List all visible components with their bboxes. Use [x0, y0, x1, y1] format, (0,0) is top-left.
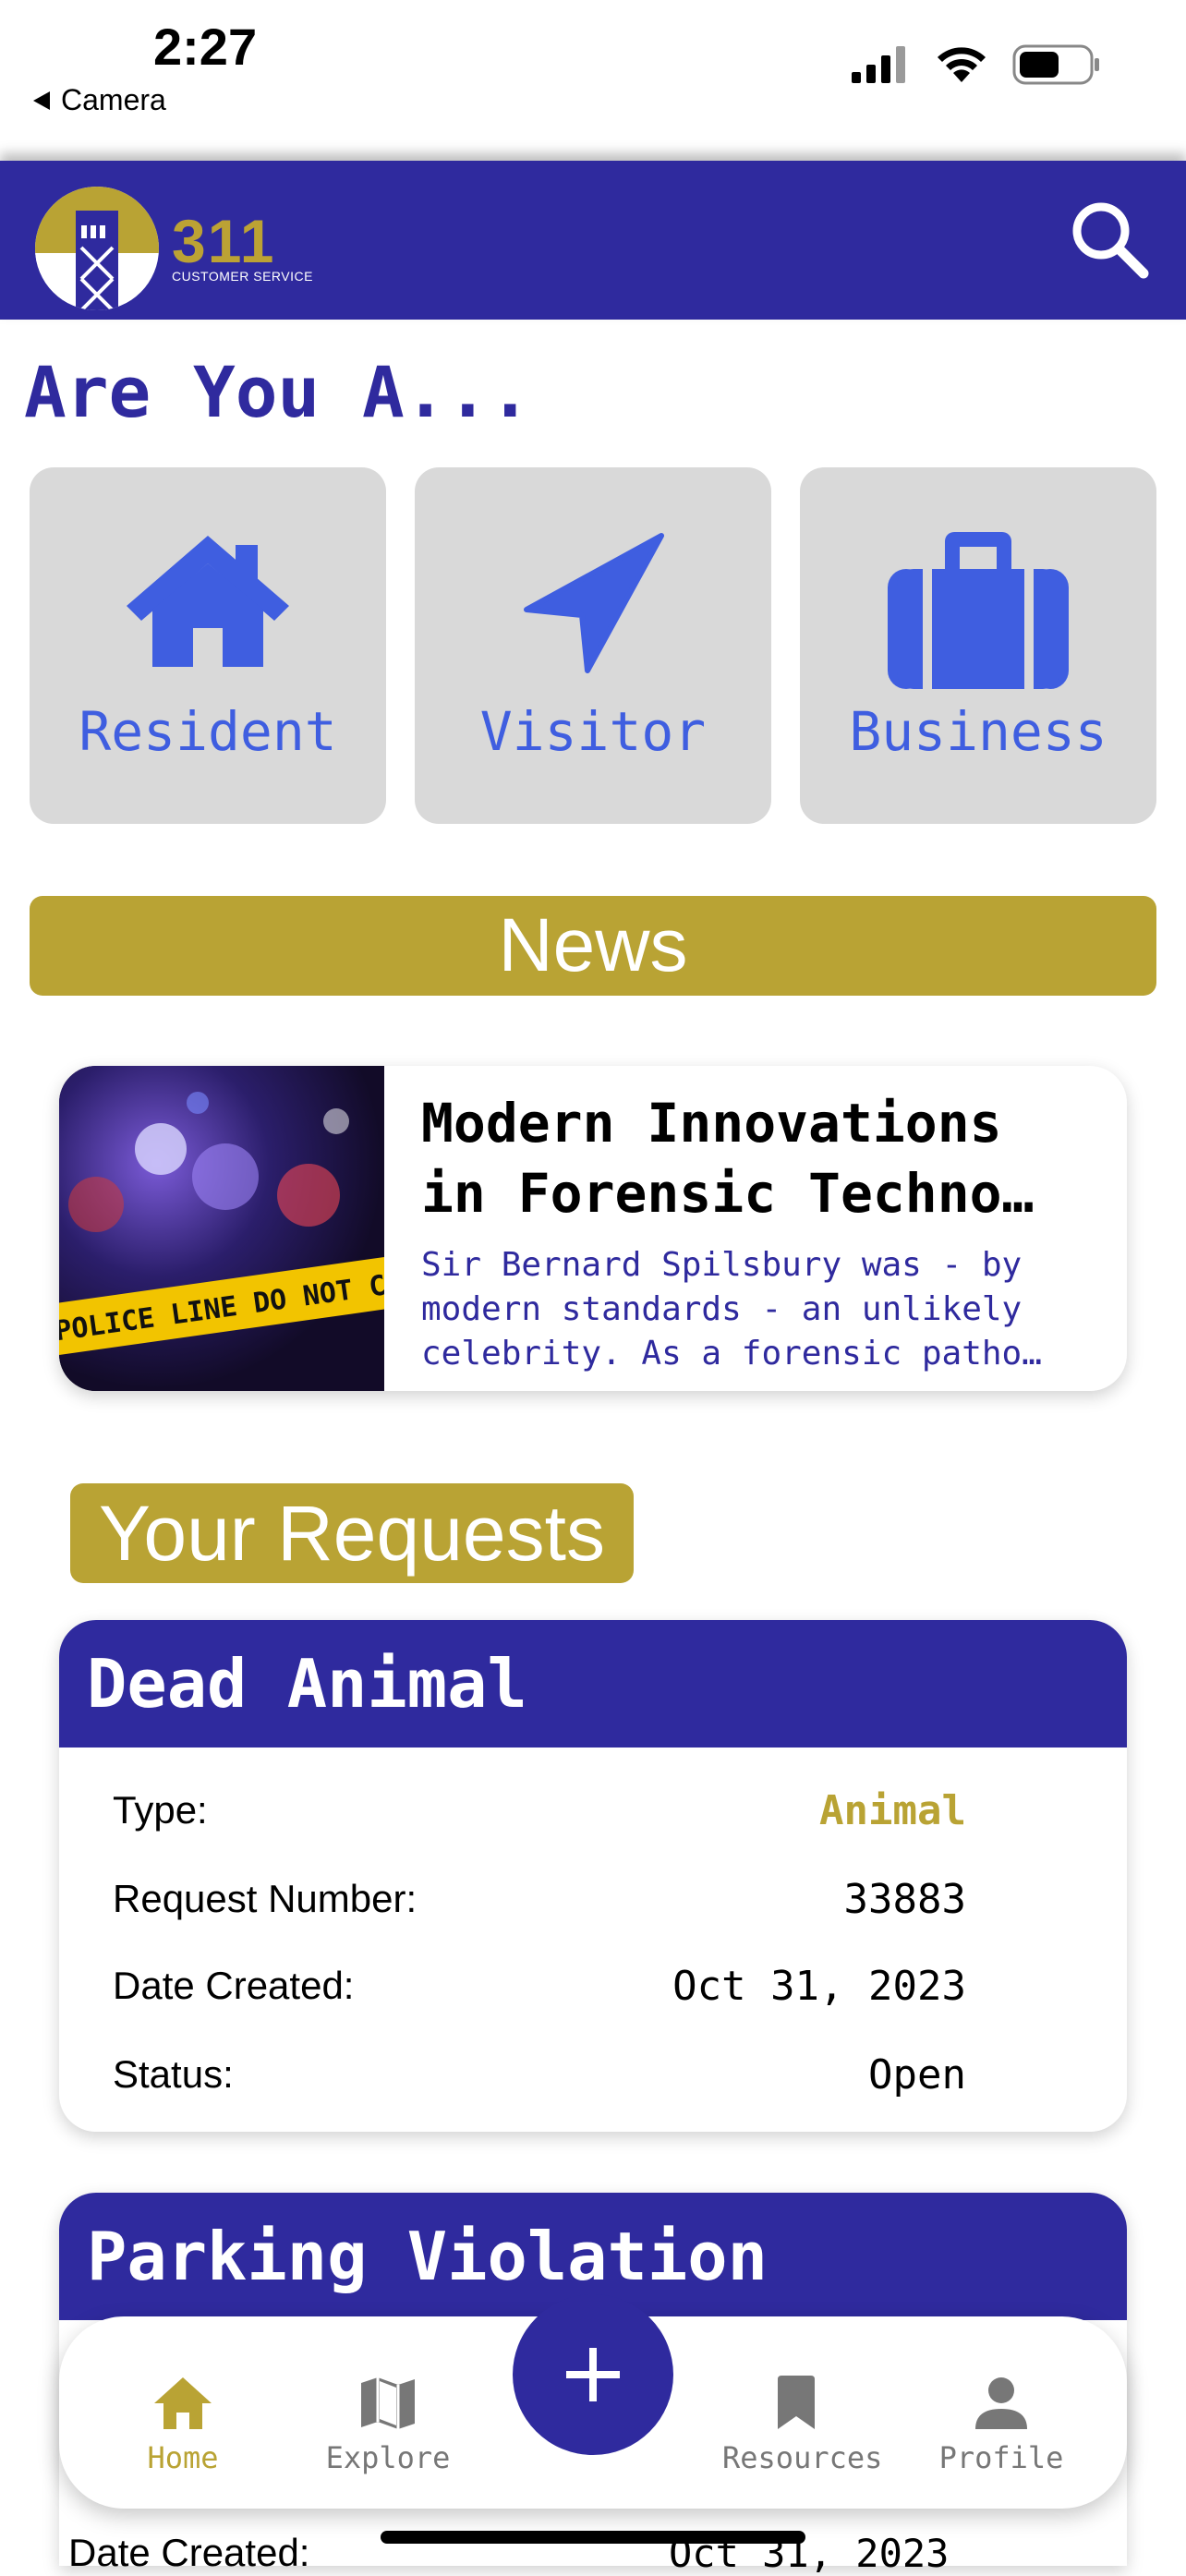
- nav-label: Explore: [325, 2440, 451, 2475]
- nav-home[interactable]: Home: [109, 2364, 257, 2475]
- back-to-camera[interactable]: Camera: [31, 83, 166, 117]
- logo-number: 311: [172, 207, 276, 275]
- news-article-image: POLICE LINE DO NOT CROSS: [59, 1066, 384, 1391]
- type-label: Type:: [113, 1788, 208, 1832]
- request-card-dead-animal[interactable]: Dead Animal Type: Animal Request Number:…: [59, 1620, 1127, 2132]
- date-created-value: Oct 31, 2023: [672, 1962, 966, 2010]
- role-card-business[interactable]: Business: [800, 467, 1156, 824]
- role-label: Business: [849, 700, 1107, 763]
- battery-icon: [1012, 44, 1099, 85]
- request-row-number: Request Number: 33883: [113, 1871, 966, 1927]
- briefcase-icon: [888, 532, 1069, 694]
- status-value: Open: [868, 2050, 966, 2098]
- back-label: Camera: [61, 83, 166, 116]
- logo-caption: CUSTOMER SERVICE: [172, 269, 313, 284]
- request-number-value: 33883: [843, 1875, 966, 1923]
- tower-logo-icon: [35, 187, 159, 310]
- home-indicator[interactable]: [381, 2531, 805, 2544]
- date-created-label: Date Created:: [113, 1964, 355, 2007]
- location-arrow-icon: [521, 532, 665, 681]
- request-row-date: Date Created: Oct 31, 2023: [113, 1958, 966, 2014]
- request-row-type: Type: Animal: [113, 1783, 966, 1838]
- request-row-status: Status: Open: [113, 2047, 966, 2102]
- request-number-label: Request Number:: [113, 1877, 418, 1920]
- map-icon: [314, 2364, 462, 2431]
- app-header: 311 CUSTOMER SERVICE: [0, 161, 1186, 320]
- news-article-card[interactable]: POLICE LINE DO NOT CROSS Modern Innovati…: [59, 1066, 1127, 1391]
- add-request-button[interactable]: [513, 2294, 673, 2455]
- home-icon: [127, 532, 289, 675]
- requests-section-header: Your Requests: [70, 1483, 634, 1583]
- logo[interactable]: 311 CUSTOMER SERVICE: [35, 187, 313, 310]
- signal-icon: [852, 46, 905, 83]
- nav-label: Home: [147, 2440, 219, 2475]
- status-icons: [852, 44, 1101, 85]
- bookmark-icon: [722, 2364, 870, 2431]
- nav-label: Resources: [722, 2440, 883, 2475]
- nav-profile[interactable]: Profile: [927, 2364, 1075, 2475]
- person-icon: [927, 2364, 1075, 2431]
- news-article-snippet: Sir Bernard Spilsbury was - by modern st…: [421, 1246, 1042, 1373]
- peek-date-created-label: Date Created:: [68, 2531, 310, 2574]
- role-card-resident[interactable]: Resident: [30, 467, 386, 824]
- role-label: Visitor: [479, 700, 707, 763]
- home-icon: [109, 2364, 257, 2431]
- news-article-title: Modern Innovations in Forensic Techno…: [421, 1092, 1035, 1225]
- status-time: 2:27: [153, 18, 258, 76]
- back-triangle-icon: [33, 91, 50, 110]
- search-button[interactable]: [1068, 198, 1151, 281]
- role-card-visitor[interactable]: Visitor: [415, 467, 771, 824]
- nav-resources[interactable]: Resources: [722, 2364, 883, 2475]
- wifi-icon: [938, 47, 986, 82]
- roles-title: Are You A...: [24, 351, 532, 433]
- status-label: Status:: [113, 2052, 234, 2096]
- news-section-header: News: [30, 896, 1156, 996]
- nav-label: Profile: [938, 2440, 1064, 2475]
- role-label: Resident: [79, 700, 337, 763]
- request-title: Dead Animal: [59, 1620, 1127, 1748]
- bottom-navigation: Home Explore Resources Profile: [59, 2294, 1127, 2509]
- search-icon: [1072, 202, 1149, 279]
- plus-icon: [566, 2348, 620, 2401]
- type-value: Animal: [819, 1786, 966, 1834]
- nav-explore[interactable]: Explore: [314, 2364, 462, 2475]
